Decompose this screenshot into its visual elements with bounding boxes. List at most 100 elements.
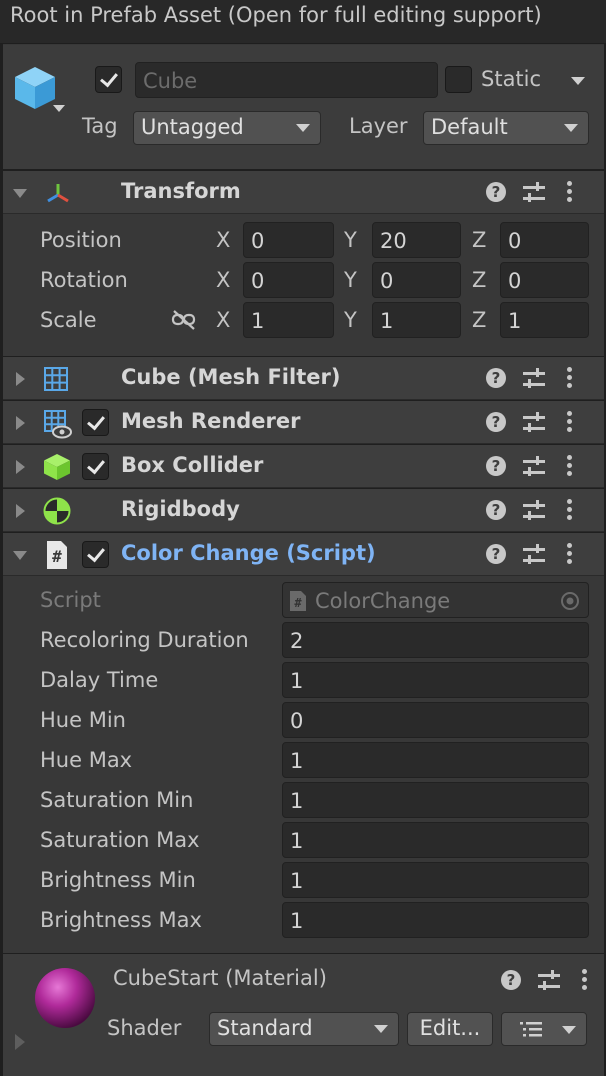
constrain-proportions-icon[interactable] bbox=[171, 310, 197, 330]
axis-z-label: Z bbox=[472, 268, 487, 292]
hue-min-field[interactable]: 0 bbox=[282, 702, 589, 738]
layer-dropdown[interactable]: Default bbox=[423, 111, 589, 145]
scale-z-field[interactable]: 1 bbox=[500, 302, 589, 338]
mesh-renderer-enabled-checkbox[interactable] bbox=[82, 409, 109, 436]
kebab-menu-icon[interactable] bbox=[567, 455, 572, 477]
prefab-banner: Root in Prefab Asset (Open for full edit… bbox=[0, 0, 606, 44]
color-change-title: Color Change (Script) bbox=[121, 541, 376, 565]
presets-icon[interactable] bbox=[523, 368, 545, 390]
axis-y-label: Y bbox=[344, 268, 357, 292]
transform-header[interactable]: Transform ? bbox=[3, 170, 604, 214]
transform-title: Transform bbox=[121, 179, 241, 203]
icon-picker-arrow-icon[interactable] bbox=[53, 105, 65, 112]
foldout-collapsed-icon[interactable] bbox=[15, 1034, 25, 1050]
help-icon[interactable]: ? bbox=[486, 500, 506, 520]
foldout-collapsed-icon[interactable] bbox=[16, 416, 25, 430]
rigidbody-header[interactable]: Rigidbody ? bbox=[3, 488, 604, 532]
script-value: ColorChange bbox=[315, 589, 451, 613]
field-label: Brightness Min bbox=[40, 868, 196, 892]
material-preview-sphere[interactable] bbox=[33, 966, 97, 1030]
field-label: Recoloring Duration bbox=[40, 628, 249, 652]
layer-value: Default bbox=[431, 115, 508, 139]
foldout-expanded-icon[interactable] bbox=[13, 551, 27, 560]
mesh-renderer-header[interactable]: Mesh Renderer ? bbox=[3, 400, 604, 444]
chevron-down-icon bbox=[564, 124, 578, 132]
axis-y-label: Y bbox=[344, 228, 357, 252]
rotation-x-field[interactable]: 0 bbox=[243, 262, 334, 298]
foldout-collapsed-icon[interactable] bbox=[16, 504, 25, 518]
object-picker-icon[interactable] bbox=[560, 591, 580, 611]
rotation-z-field[interactable]: 0 bbox=[500, 262, 589, 298]
kebab-menu-icon[interactable] bbox=[567, 411, 572, 433]
rotation-y-field[interactable]: 0 bbox=[372, 262, 461, 298]
scale-label: Scale bbox=[40, 308, 97, 332]
saturation-max-field[interactable]: 1 bbox=[282, 822, 589, 858]
material-section: CubeStart (Material) ? Shader Standard E… bbox=[3, 953, 604, 1076]
box-collider-header[interactable]: Box Collider ? bbox=[3, 444, 604, 488]
mesh-filter-title: Cube (Mesh Filter) bbox=[121, 365, 341, 389]
kebab-menu-icon[interactable] bbox=[567, 367, 572, 389]
static-checkbox[interactable] bbox=[445, 66, 472, 93]
kebab-menu-icon[interactable] bbox=[567, 543, 572, 565]
static-dropdown-arrow-icon[interactable] bbox=[571, 77, 585, 85]
color-change-header[interactable]: # Color Change (Script) ? bbox=[3, 532, 604, 576]
shader-options-button[interactable] bbox=[501, 1012, 587, 1046]
kebab-menu-icon[interactable] bbox=[582, 969, 587, 991]
list-icon bbox=[520, 1022, 542, 1037]
layer-label: Layer bbox=[349, 114, 408, 138]
position-label: Position bbox=[40, 228, 122, 252]
brightness-max-field[interactable]: 1 bbox=[282, 902, 589, 938]
hue-max-field[interactable]: 1 bbox=[282, 742, 589, 778]
axis-x-label: X bbox=[216, 228, 231, 252]
kebab-menu-icon[interactable] bbox=[567, 499, 572, 521]
box-collider-title: Box Collider bbox=[121, 453, 264, 477]
script-file-icon: # bbox=[47, 541, 67, 569]
chevron-down-icon bbox=[562, 1026, 576, 1034]
help-icon[interactable]: ? bbox=[486, 456, 506, 476]
recoloring-duration-field[interactable]: 2 bbox=[282, 622, 589, 658]
gameobject-name-input[interactable]: Cube bbox=[135, 62, 438, 98]
position-y-field[interactable]: 20 bbox=[372, 222, 461, 258]
mesh-renderer-icon bbox=[44, 410, 72, 439]
kebab-menu-icon[interactable] bbox=[567, 181, 572, 203]
foldout-collapsed-icon[interactable] bbox=[16, 372, 25, 386]
rotation-label: Rotation bbox=[40, 268, 128, 292]
position-z-field[interactable]: 0 bbox=[500, 222, 589, 258]
axis-x-label: X bbox=[216, 268, 231, 292]
color-change-enabled-checkbox[interactable] bbox=[82, 541, 109, 568]
scale-y-field[interactable]: 1 bbox=[372, 302, 461, 338]
script-object-field[interactable]: ColorChange bbox=[282, 582, 589, 618]
scale-x-field[interactable]: 1 bbox=[243, 302, 334, 338]
field-label: Dalay Time bbox=[40, 668, 159, 692]
mesh-filter-header[interactable]: Cube (Mesh Filter) ? bbox=[3, 356, 604, 400]
presets-icon[interactable] bbox=[523, 182, 545, 204]
edit-shader-button[interactable]: Edit... bbox=[407, 1012, 493, 1046]
axis-z-label: Z bbox=[472, 228, 487, 252]
dalay-time-field[interactable]: 1 bbox=[282, 662, 589, 698]
shader-dropdown[interactable]: Standard bbox=[209, 1012, 399, 1046]
help-icon[interactable]: ? bbox=[486, 544, 506, 564]
help-icon[interactable]: ? bbox=[486, 182, 506, 202]
brightness-min-field[interactable]: 1 bbox=[282, 862, 589, 898]
field-label: Saturation Min bbox=[40, 788, 194, 812]
box-collider-enabled-checkbox[interactable] bbox=[82, 453, 109, 480]
presets-icon[interactable] bbox=[523, 456, 545, 478]
saturation-min-field[interactable]: 1 bbox=[282, 782, 589, 818]
presets-icon[interactable] bbox=[523, 500, 545, 522]
presets-icon[interactable] bbox=[538, 970, 560, 992]
help-icon[interactable]: ? bbox=[486, 412, 506, 432]
foldout-collapsed-icon[interactable] bbox=[16, 460, 25, 474]
presets-icon[interactable] bbox=[523, 412, 545, 434]
field-label: Saturation Max bbox=[40, 828, 200, 852]
svg-text:#: # bbox=[294, 596, 302, 610]
rigidbody-title: Rigidbody bbox=[121, 497, 240, 521]
active-checkbox[interactable] bbox=[95, 66, 122, 93]
help-icon[interactable]: ? bbox=[501, 970, 521, 990]
axis-z-label: Z bbox=[472, 308, 487, 332]
presets-icon[interactable] bbox=[523, 544, 545, 566]
position-x-field[interactable]: 0 bbox=[243, 222, 334, 258]
foldout-expanded-icon[interactable] bbox=[13, 189, 27, 198]
tag-dropdown[interactable]: Untagged bbox=[133, 111, 321, 145]
help-icon[interactable]: ? bbox=[486, 368, 506, 388]
field-label: Brightness Max bbox=[40, 908, 202, 932]
